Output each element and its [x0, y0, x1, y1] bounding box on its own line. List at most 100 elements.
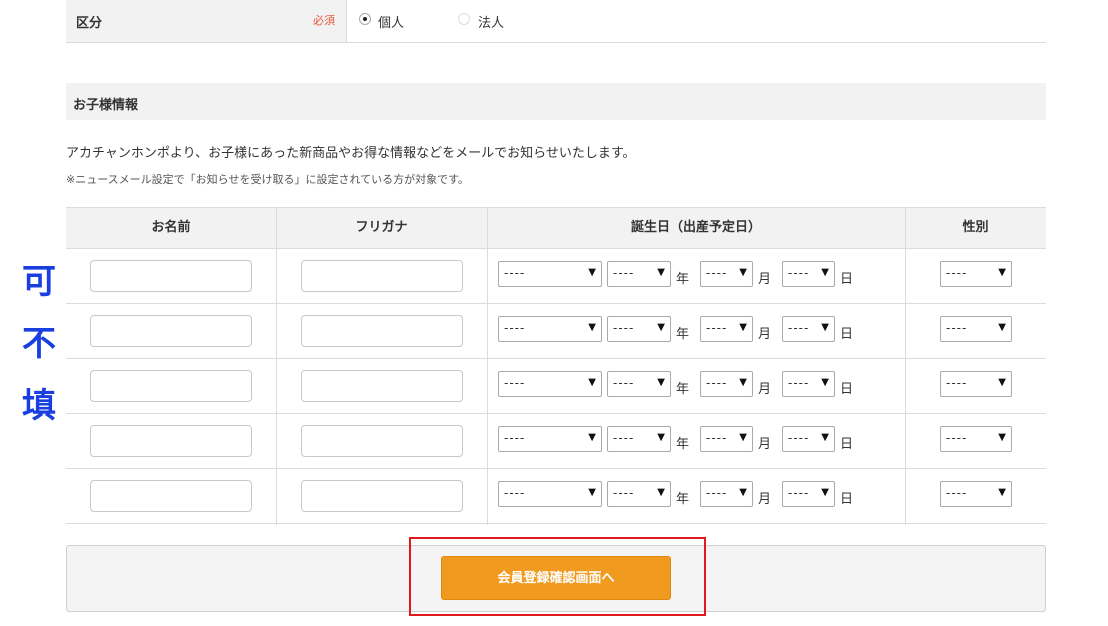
dropdown-arrow-icon: ▼ — [998, 322, 1006, 333]
year-label: 年 — [676, 327, 690, 342]
select-value: ---- — [706, 431, 728, 445]
child-name-input[interactable] — [90, 480, 252, 512]
birth-era-select[interactable]: ---- ▼ — [498, 426, 602, 452]
header-name: お名前 — [151, 220, 191, 235]
column-divider — [905, 207, 906, 525]
day-label: 日 — [840, 272, 854, 287]
select-value: ---- — [613, 431, 635, 445]
select-value: ---- — [504, 431, 526, 445]
birth-year-select[interactable]: ---- ▼ — [607, 371, 671, 397]
table-row: ---- ▼ ---- ▼ 年 ---- ▼ 月 ---- ▼ 日 ---- ▼ — [66, 304, 1046, 359]
side-note-char-3: 填 — [22, 386, 56, 426]
gender-select[interactable]: ---- ▼ — [940, 371, 1012, 397]
day-label: 日 — [840, 382, 854, 397]
customer-type-row: 区分 必須 個人 法人 — [66, 0, 1046, 43]
year-label: 年 — [676, 382, 690, 397]
birth-month-select[interactable]: ---- ▼ — [700, 426, 753, 452]
table-row: ---- ▼ ---- ▼ 年 ---- ▼ 月 ---- ▼ 日 ---- ▼ — [66, 359, 1046, 414]
dropdown-arrow-icon: ▼ — [588, 432, 596, 443]
children-table: お名前 フリガナ 誕生日（出産予定日） 性別 ---- ▼ ---- ▼ 年 ---- ▼ 月… — [66, 207, 1046, 525]
child-furigana-input[interactable] — [301, 480, 463, 512]
child-furigana-input[interactable] — [301, 425, 463, 457]
birth-era-select[interactable]: ---- ▼ — [498, 481, 602, 507]
birth-month-select[interactable]: ---- ▼ — [700, 481, 753, 507]
select-value: ---- — [613, 321, 635, 335]
birth-day-select[interactable]: ---- ▼ — [782, 261, 835, 287]
dropdown-arrow-icon: ▼ — [657, 322, 665, 333]
select-value: ---- — [504, 266, 526, 280]
month-label: 月 — [758, 327, 772, 342]
children-info-header: お子様情報 — [66, 83, 1046, 120]
select-value: ---- — [946, 321, 968, 335]
dropdown-arrow-icon: ▼ — [821, 377, 829, 388]
dropdown-arrow-icon: ▼ — [739, 377, 747, 388]
child-name-input[interactable] — [90, 425, 252, 457]
side-note-char-2: 不 — [22, 324, 56, 364]
select-value: ---- — [946, 376, 968, 390]
select-value: ---- — [788, 431, 810, 445]
select-value: ---- — [788, 266, 810, 280]
gender-select[interactable]: ---- ▼ — [940, 481, 1012, 507]
select-value: ---- — [613, 486, 635, 500]
dropdown-arrow-icon: ▼ — [588, 267, 596, 278]
birth-era-select[interactable]: ---- ▼ — [498, 261, 602, 287]
birth-day-select[interactable]: ---- ▼ — [782, 481, 835, 507]
year-label: 年 — [676, 437, 690, 452]
table-header: お名前 フリガナ 誕生日（出産予定日） 性別 — [66, 207, 1046, 249]
column-divider — [487, 207, 488, 525]
birth-day-select[interactable]: ---- ▼ — [782, 426, 835, 452]
dropdown-arrow-icon: ▼ — [998, 432, 1006, 443]
day-label: 日 — [840, 437, 854, 452]
radio-corporate[interactable] — [458, 13, 470, 25]
birth-year-select[interactable]: ---- ▼ — [607, 481, 671, 507]
dropdown-arrow-icon: ▼ — [998, 267, 1006, 278]
header-gender: 性別 — [962, 220, 989, 235]
gender-select[interactable]: ---- ▼ — [940, 426, 1012, 452]
select-value: ---- — [706, 486, 728, 500]
table-row: ---- ▼ ---- ▼ 年 ---- ▼ 月 ---- ▼ 日 ---- ▼ — [66, 469, 1046, 524]
birth-era-select[interactable]: ---- ▼ — [498, 316, 602, 342]
side-note-char-1: 可 — [22, 262, 56, 302]
gender-select[interactable]: ---- ▼ — [940, 316, 1012, 342]
child-name-input[interactable] — [90, 260, 252, 292]
dropdown-arrow-icon: ▼ — [588, 487, 596, 498]
radio-individual[interactable] — [359, 13, 371, 25]
month-label: 月 — [758, 437, 772, 452]
dropdown-arrow-icon: ▼ — [998, 377, 1006, 388]
birth-month-select[interactable]: ---- ▼ — [700, 261, 753, 287]
child-furigana-input[interactable] — [301, 260, 463, 292]
birth-era-select[interactable]: ---- ▼ — [498, 371, 602, 397]
birth-year-select[interactable]: ---- ▼ — [607, 261, 671, 287]
birth-year-select[interactable]: ---- ▼ — [607, 316, 671, 342]
dropdown-arrow-icon: ▼ — [657, 267, 665, 278]
dropdown-arrow-icon: ▼ — [821, 267, 829, 278]
birth-day-select[interactable]: ---- ▼ — [782, 316, 835, 342]
select-value: ---- — [706, 376, 728, 390]
customer-type-label-cell: 区分 必須 — [66, 0, 347, 42]
select-value: ---- — [788, 321, 810, 335]
radio-individual-label[interactable]: 個人 — [378, 12, 404, 31]
child-name-input[interactable] — [90, 370, 252, 402]
gender-select[interactable]: ---- ▼ — [940, 261, 1012, 287]
select-value: ---- — [504, 486, 526, 500]
birth-month-select[interactable]: ---- ▼ — [700, 316, 753, 342]
children-info-title: お子様情報 — [73, 98, 139, 113]
birth-month-select[interactable]: ---- ▼ — [700, 371, 753, 397]
radio-corporate-label[interactable]: 法人 — [478, 12, 504, 31]
birth-day-select[interactable]: ---- ▼ — [782, 371, 835, 397]
birth-year-select[interactable]: ---- ▼ — [607, 426, 671, 452]
select-value: ---- — [504, 321, 526, 335]
select-value: ---- — [613, 266, 635, 280]
child-furigana-input[interactable] — [301, 370, 463, 402]
dropdown-arrow-icon: ▼ — [739, 487, 747, 498]
dropdown-arrow-icon: ▼ — [821, 322, 829, 333]
select-value: ---- — [946, 431, 968, 445]
year-label: 年 — [676, 492, 690, 507]
child-name-input[interactable] — [90, 315, 252, 347]
select-value: ---- — [946, 266, 968, 280]
select-value: ---- — [788, 486, 810, 500]
day-label: 日 — [840, 492, 854, 507]
child-furigana-input[interactable] — [301, 315, 463, 347]
dropdown-arrow-icon: ▼ — [657, 487, 665, 498]
year-label: 年 — [676, 272, 690, 287]
